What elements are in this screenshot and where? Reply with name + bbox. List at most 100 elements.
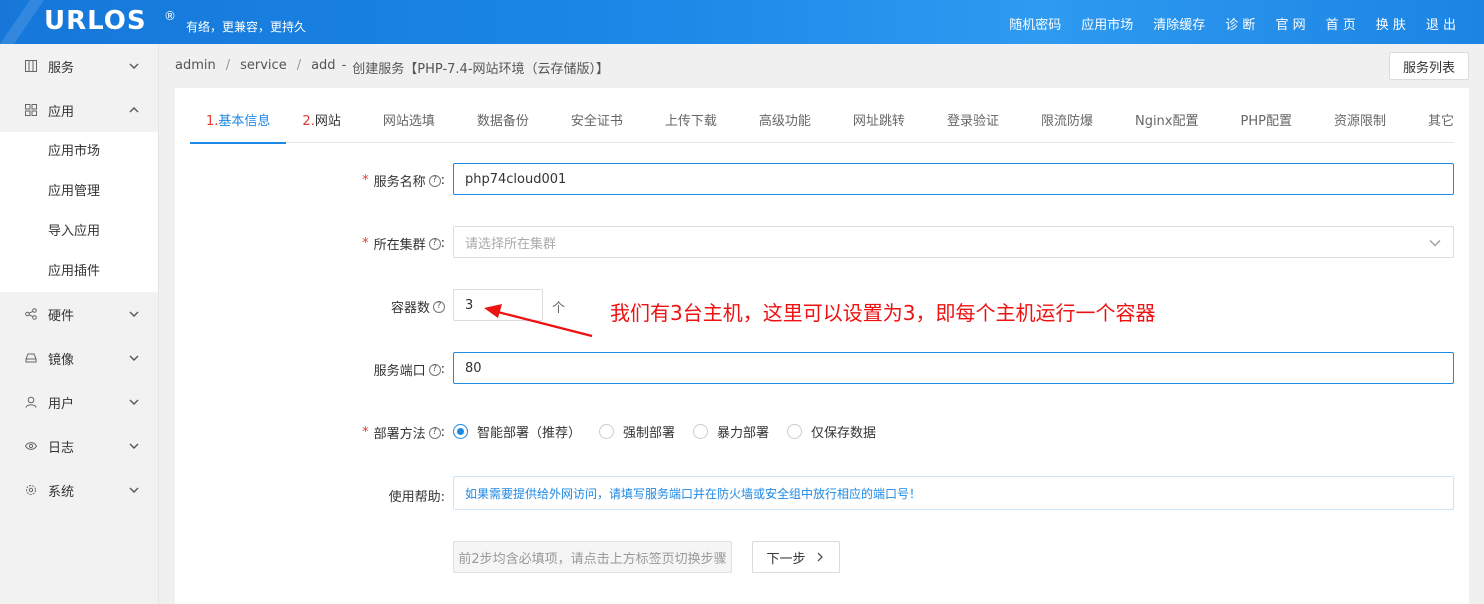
tab-php-config[interactable]: PHP配置 [1215,88,1308,143]
tab-number: 1. [206,114,219,129]
tab-website[interactable]: 2.网站 [286,88,356,143]
chevron-down-icon [129,63,139,69]
share-icon [24,307,38,321]
sidebar-item-label: 镜像 [48,352,75,368]
sidebar-item-label: 应用 [48,104,75,120]
sidebar-item-system[interactable]: 系统 [0,468,158,512]
radio-circle [693,424,709,439]
tab-advanced[interactable]: 高级功能 [733,88,827,143]
chevron-right-icon [817,552,823,562]
nav-clear-cache[interactable]: 清除缓存 [1153,14,1205,33]
chevron-down-icon [1429,240,1441,247]
service-name-input[interactable]: php74cloud001 [453,163,1454,195]
nav-diagnose[interactable]: 诊 断 [1225,14,1255,33]
required-mark: * [362,236,369,251]
sidebar-item-apps[interactable]: 应用 [0,88,158,132]
nav-official-site[interactable]: 官 网 [1275,14,1305,33]
tab-website-optional[interactable]: 网站选填 [357,88,451,143]
deploy-force-radio[interactable]: 强制部署 [599,422,675,441]
breadcrumb-service[interactable]: service [240,58,287,77]
sidebar-item-label: 用户 [48,396,75,412]
required-mark: * [362,425,369,440]
containers-label: 容器数? [391,297,445,316]
help-icon[interactable]: ? [433,300,445,313]
nav-app-market[interactable]: 应用市场 [1081,14,1133,33]
breadcrumb-dash: - [341,58,347,73]
tab-url-redirect[interactable]: 网址跳转 [827,88,921,143]
port-input[interactable]: 80 [453,352,1454,384]
chevron-up-icon [129,107,139,113]
deploy-label: * 部署方法?: [362,425,445,442]
eye-icon [24,439,38,453]
tab-other[interactable]: 其它 [1402,88,1470,143]
tab-upload-download[interactable]: 上传下载 [639,88,733,143]
chevron-down-icon [129,487,139,493]
submenu-app-manage[interactable]: 应用管理 [0,172,158,212]
submenu-app-plugins[interactable]: 应用插件 [0,252,158,292]
tab-number: 2. [302,114,315,129]
top-header: URLOS ® 有络，更兼容，更持久 随机密码 应用市场 清除缓存 诊 断 官 … [0,0,1484,44]
submenu-app-market[interactable]: 应用市场 [0,132,158,172]
sidebar-item-service[interactable]: 服务 [0,44,158,88]
required-mark: * [362,173,369,188]
help-label: 使用帮助: [388,490,445,505]
sidebar-item-log[interactable]: 日志 [0,424,158,468]
sidebar-item-image[interactable]: 镜像 [0,336,158,380]
chevron-down-icon [129,399,139,405]
hint-button: 前2步均含必填项，请点击上方标签页切换步骤 [453,541,732,573]
next-step-button[interactable]: 下一步 [752,541,840,573]
tab-label: 网站 [314,114,341,129]
sidebar-item-label: 系统 [48,484,75,500]
cluster-placeholder: 请选择所在集群 [465,236,557,252]
chevron-down-icon [129,355,139,361]
sidebar-item-label: 日志 [48,440,75,456]
nav-home[interactable]: 首 页 [1326,14,1356,33]
port-label: 服务端口?: [373,362,445,379]
tab-nginx-config[interactable]: Nginx配置 [1109,88,1215,143]
tab-resource-limit[interactable]: 资源限制 [1308,88,1402,143]
help-icon[interactable]: ? [428,363,441,376]
sidebar-item-user[interactable]: 用户 [0,380,158,424]
sidebar-item-hardware[interactable]: 硬件 [0,292,158,336]
tab-ssl-cert[interactable]: 安全证书 [545,88,639,143]
radio-circle [599,424,615,439]
radio-circle [453,424,468,439]
tab-data-backup[interactable]: 数据备份 [451,88,545,143]
breadcrumb-admin[interactable]: admin [175,58,216,77]
tab-login-auth[interactable]: 登录验证 [921,88,1015,143]
deploy-brute-radio[interactable]: 暴力部署 [693,422,769,441]
radio-circle [787,424,803,439]
service-name-label: * 服务名称?: [362,173,445,190]
apps-icon [24,103,38,117]
tab-basic-info[interactable]: 1.基本信息 [190,88,287,144]
chevron-down-icon [129,443,139,449]
deploy-smart-radio[interactable]: 智能部署（推荐） [453,422,581,441]
nav-logout[interactable]: 退 出 [1426,14,1456,33]
nav-random-password[interactable]: 随机密码 [1009,14,1061,33]
sidebar: 服务 应用 应用市场 应用管理 导入应用 应用插件 硬件 镜像 用户 日志 系统 [0,44,159,604]
service-list-button[interactable]: 服务列表 [1389,52,1469,80]
help-icon[interactable]: ? [428,237,441,250]
annotation-text: 我们有3台主机，这里可以设置为3，即每个主机运行一个容器 [610,301,1156,325]
disk-icon [24,351,38,365]
help-icon[interactable]: ? [428,426,441,439]
gear-icon [24,483,38,497]
cluster-select[interactable]: 请选择所在集群 [453,226,1454,258]
tab-rate-limit[interactable]: 限流防爆 [1015,88,1109,143]
slogan: 有络，更兼容，更持久 [186,20,307,34]
sidebar-item-label: 服务 [48,60,75,76]
deploy-save-only-radio[interactable]: 仅保存数据 [787,422,876,441]
logo[interactable]: URLOS [44,6,147,36]
chevron-down-icon [129,311,139,317]
page-title: 创建服务【PHP-7.4-网站环境（云存储版）】 [352,62,610,77]
apps-submenu: 应用市场 应用管理 导入应用 应用插件 [0,132,158,292]
breadcrumb: admin / service / add - 创建服务【PHP-7.4-网站环… [175,58,609,77]
breadcrumb-add: add [311,58,336,73]
nav-skin[interactable]: 换 肤 [1376,14,1406,33]
sidebar-item-label: 硬件 [48,308,75,324]
submenu-app-import[interactable]: 导入应用 [0,212,158,252]
help-icon[interactable]: ? [428,174,441,187]
breadcrumb-separator: / [225,58,231,73]
user-icon [24,395,38,409]
deploy-radio-group: 智能部署（推荐） 强制部署 暴力部署 仅保存数据 [453,422,894,441]
